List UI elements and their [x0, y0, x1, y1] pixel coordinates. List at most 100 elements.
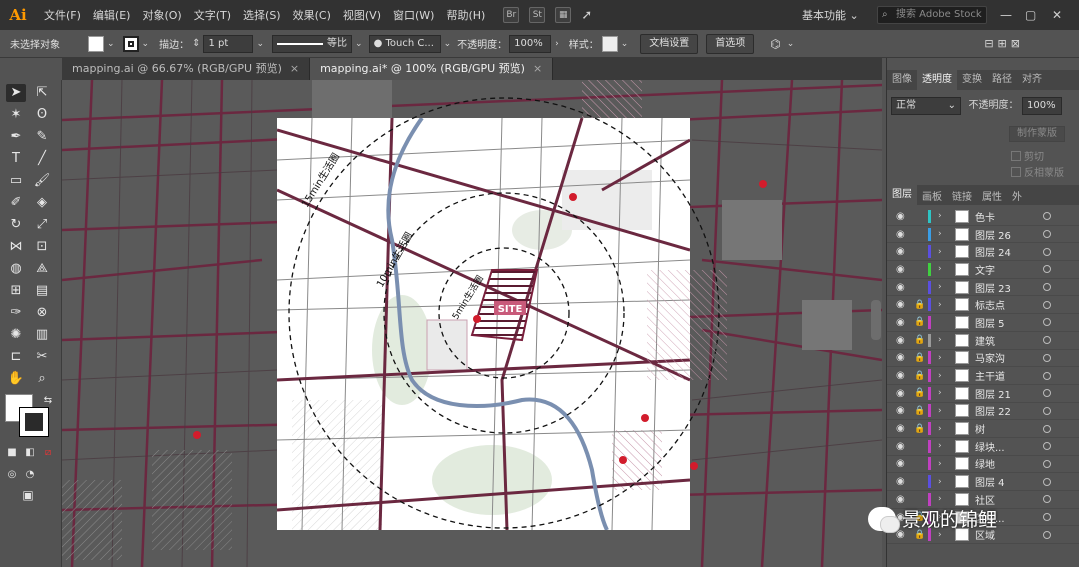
- stock-icon[interactable]: St: [529, 7, 546, 23]
- layer-row[interactable]: ◉ 🔒 › 图层 21: [887, 385, 1079, 403]
- visibility-eye-icon[interactable]: ◉: [896, 458, 905, 469]
- type-tool-icon[interactable]: T: [6, 150, 26, 168]
- target-circle-icon[interactable]: [1043, 318, 1051, 327]
- preferences-button[interactable]: 首选项: [706, 33, 755, 54]
- stepper-icon[interactable]: ⇕: [192, 38, 200, 49]
- stroke-weight-field[interactable]: 1 pt: [203, 34, 254, 53]
- mesh-tool-icon[interactable]: ⊞: [6, 282, 26, 300]
- tab-links[interactable]: 链接: [947, 188, 977, 203]
- selection-tool-icon[interactable]: ➤: [6, 84, 26, 102]
- target-circle-icon[interactable]: [1043, 389, 1051, 398]
- gradient-tool-icon[interactable]: ▤: [32, 282, 52, 300]
- tab-align[interactable]: 对齐: [1017, 70, 1047, 90]
- layer-row[interactable]: ◉ 🔒 › 马家沟: [887, 350, 1079, 368]
- column-graph-icon[interactable]: ▥: [32, 326, 52, 344]
- menu-object[interactable]: 对象(O): [136, 7, 187, 23]
- menu-file[interactable]: 文件(F): [38, 7, 87, 23]
- tab-properties[interactable]: 属性: [977, 188, 1007, 203]
- target-circle-icon[interactable]: [1043, 371, 1051, 380]
- eraser-icon[interactable]: ◈: [32, 194, 52, 212]
- layer-row[interactable]: ◉ 🔒 › 建筑: [887, 332, 1079, 350]
- color-mode-icon[interactable]: ■: [2, 444, 22, 462]
- make-mask-button[interactable]: 制作蒙版: [1009, 126, 1065, 142]
- target-circle-icon[interactable]: [1043, 247, 1051, 256]
- rotate-tool-icon[interactable]: ↻: [6, 216, 26, 234]
- menu-effect[interactable]: 效果(C): [287, 7, 337, 23]
- blend-mode-select[interactable]: 正常 ⌄: [891, 97, 961, 115]
- expand-arrow-icon[interactable]: ›: [938, 477, 942, 487]
- target-circle-icon[interactable]: [1043, 442, 1051, 451]
- bridge-icon[interactable]: Br: [503, 7, 520, 23]
- artboard-tool-icon[interactable]: ⊏: [6, 348, 26, 366]
- target-circle-icon[interactable]: [1043, 212, 1051, 221]
- visibility-eye-icon[interactable]: ◉: [896, 388, 905, 399]
- visibility-eye-icon[interactable]: ◉: [896, 405, 905, 416]
- visibility-eye-icon[interactable]: ◉: [896, 441, 905, 452]
- layer-row[interactable]: ◉ 🔒 › 标志点: [887, 296, 1079, 315]
- expand-arrow-icon[interactable]: ›: [938, 353, 942, 363]
- gpu-rocket-icon[interactable]: ➚: [581, 8, 592, 23]
- menu-edit[interactable]: 编辑(E): [87, 7, 137, 23]
- target-circle-icon[interactable]: [1043, 353, 1051, 362]
- expand-arrow-icon[interactable]: ›: [938, 282, 942, 292]
- layer-row[interactable]: ◉ › 文字: [887, 261, 1079, 279]
- expand-arrow-icon[interactable]: ›: [938, 300, 942, 310]
- chevron-down-icon[interactable]: ⌄: [444, 39, 452, 49]
- expand-arrow-icon[interactable]: ›: [938, 211, 942, 221]
- maximize-icon[interactable]: ▢: [1025, 8, 1036, 22]
- tab-transparency[interactable]: 透明度: [917, 70, 957, 90]
- lock-icon[interactable]: 🔒: [914, 335, 925, 345]
- lock-icon[interactable]: 🔒: [914, 300, 925, 310]
- stroke-swatch[interactable]: [122, 35, 139, 52]
- target-circle-icon[interactable]: [1043, 336, 1051, 345]
- screen-mode-icon[interactable]: ◔: [20, 466, 40, 484]
- visibility-eye-icon[interactable]: ◉: [896, 476, 905, 487]
- gradient-mode-icon[interactable]: ◧: [20, 444, 40, 462]
- target-circle-icon[interactable]: [1043, 283, 1051, 292]
- stroke-color-box[interactable]: [19, 407, 49, 437]
- layer-row[interactable]: ◉ › 绿块...: [887, 438, 1079, 456]
- target-circle-icon[interactable]: [1043, 230, 1051, 239]
- minimize-icon[interactable]: —: [1000, 8, 1012, 22]
- hand-tool-icon[interactable]: ✋: [6, 370, 26, 388]
- shape-builder-icon[interactable]: ◍: [6, 260, 26, 278]
- expand-arrow-icon[interactable]: ›: [938, 494, 942, 504]
- expand-arrow-icon[interactable]: ›: [938, 264, 942, 274]
- target-circle-icon[interactable]: [1043, 406, 1051, 415]
- width-tool-icon[interactable]: ⋈: [6, 238, 26, 256]
- visibility-eye-icon[interactable]: ◉: [896, 352, 905, 363]
- perspective-grid-icon[interactable]: ⟁: [32, 260, 52, 278]
- close-icon[interactable]: ×: [290, 62, 299, 75]
- graphic-style-swatch[interactable]: [601, 35, 618, 52]
- target-circle-icon[interactable]: [1043, 424, 1051, 433]
- variable-width-profile[interactable]: 等比: [272, 34, 353, 53]
- visibility-eye-icon[interactable]: ◉: [896, 246, 905, 257]
- tab-layers[interactable]: 图层: [887, 185, 917, 205]
- lock-icon[interactable]: 🔒: [914, 317, 925, 327]
- visibility-eye-icon[interactable]: ◉: [896, 317, 905, 328]
- lock-icon[interactable]: 🔒: [914, 424, 925, 434]
- blend-tool-icon[interactable]: ⊗: [32, 304, 52, 322]
- workspace-switcher[interactable]: 基本功能 ⌄: [802, 7, 859, 23]
- chevron-down-icon[interactable]: ⌄: [142, 39, 150, 49]
- vertical-scrollbar[interactable]: [871, 300, 881, 340]
- target-circle-icon[interactable]: [1043, 530, 1051, 539]
- lock-icon[interactable]: 🔒: [914, 388, 925, 398]
- expand-arrow-icon[interactable]: ›: [938, 406, 942, 416]
- visibility-eye-icon[interactable]: ◉: [896, 299, 905, 310]
- layer-row[interactable]: ◉ › 色卡: [887, 208, 1079, 226]
- magic-wand-icon[interactable]: ✶: [6, 106, 26, 124]
- layer-row[interactable]: ◉ › 图层 26: [887, 226, 1079, 244]
- layer-row[interactable]: ◉ 🔒 › 树: [887, 420, 1079, 438]
- invert-mask-checkbox[interactable]: 反相蒙版: [1011, 164, 1064, 179]
- swap-colors-icon[interactable]: ⇆: [38, 392, 58, 410]
- visibility-eye-icon[interactable]: ◉: [896, 264, 905, 275]
- tab-mapping-100[interactable]: mapping.ai* @ 100% (RGB/GPU 预览) ×: [310, 58, 554, 80]
- change-screen-mode-icon[interactable]: ▣: [18, 486, 38, 504]
- symbol-sprayer-icon[interactable]: ✺: [6, 326, 26, 344]
- scale-tool-icon[interactable]: ⤢: [32, 216, 52, 234]
- close-icon[interactable]: ✕: [1052, 8, 1062, 22]
- arrange-documents-icon[interactable]: ▦: [555, 7, 572, 23]
- expand-arrow-icon[interactable]: ›: [938, 441, 942, 451]
- target-circle-icon[interactable]: [1043, 513, 1051, 522]
